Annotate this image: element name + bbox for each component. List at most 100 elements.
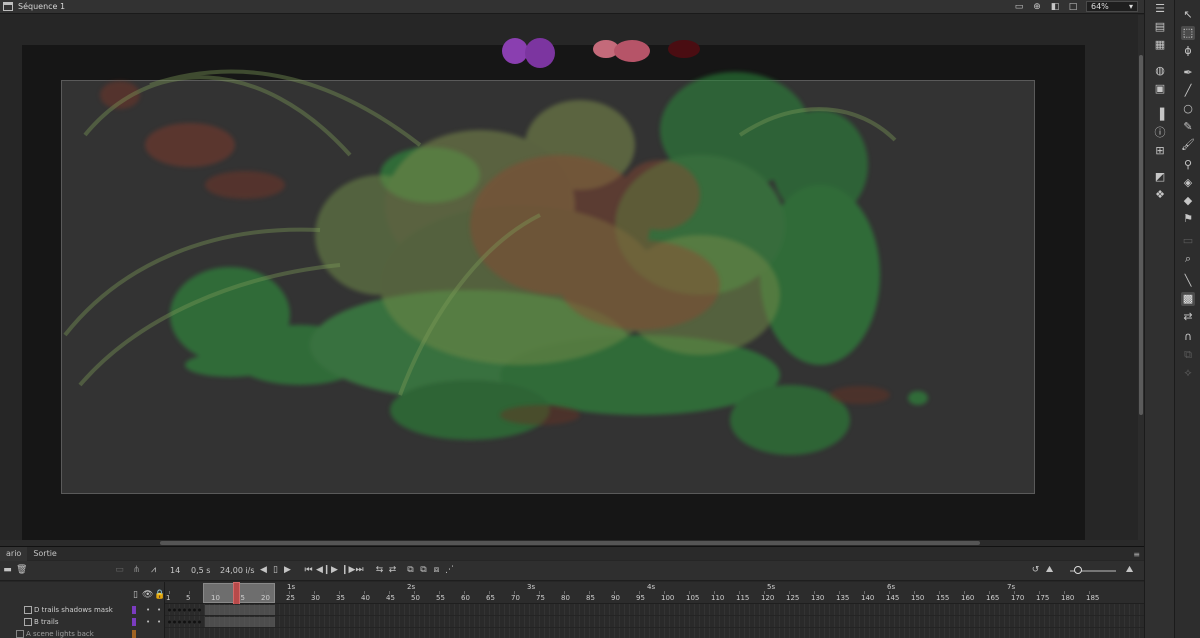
- ruler-tick: [264, 591, 265, 594]
- ruler-tick: [389, 591, 390, 594]
- current-time[interactable]: 0,5 s: [191, 565, 210, 577]
- show-all-layers-icon[interactable]: 👁: [142, 590, 153, 601]
- zoom-tool-icon[interactable]: ⌕: [1181, 252, 1195, 266]
- visibility-dot-icon[interactable]: •: [146, 604, 150, 616]
- delete-layer-icon[interactable]: 🗑: [16, 565, 27, 576]
- frame-picker-icon[interactable]: ◩: [1153, 170, 1167, 184]
- fit-stage-icon[interactable]: □: [1068, 2, 1078, 12]
- brush-tool-icon[interactable]: 🖌: [1181, 138, 1195, 152]
- layer-row[interactable]: B trails • •: [0, 616, 165, 628]
- playhead-marker-icon[interactable]: ▯: [270, 565, 281, 576]
- zoom-dropdown[interactable]: 64% ▾: [1086, 1, 1138, 12]
- highlight-layers-icon[interactable]: ▯: [130, 590, 141, 601]
- panels-dock: ☰ ▤ ▦ ◍ ▣ ▐ ⓘ ⊞ ◩ ❖: [1144, 0, 1174, 638]
- reset-zoom-icon[interactable]: ↺: [1030, 565, 1041, 576]
- info-panel-icon[interactable]: ⓘ: [1153, 126, 1167, 140]
- stroke-fill-color-icon[interactable]: ▩: [1181, 292, 1195, 306]
- layer-name: A scene lights back: [26, 630, 94, 638]
- layer-row[interactable]: A scene lights back: [0, 628, 165, 638]
- ruler-second-label: 4s: [647, 583, 656, 591]
- ruler-frame-number: 110: [711, 594, 725, 602]
- stage-area[interactable]: [0, 15, 1138, 543]
- panel-menu-icon[interactable]: ≡: [1133, 550, 1140, 559]
- eraser-tool-icon[interactable]: ◆: [1181, 194, 1195, 208]
- tab-output[interactable]: Sortie: [27, 547, 63, 561]
- playhead-left-icon[interactable]: ◀: [258, 565, 269, 576]
- frame-row[interactable]: [165, 628, 1144, 638]
- loop-icon[interactable]: ⇆: [374, 565, 385, 576]
- paint-bucket-tool-icon[interactable]: ◈: [1181, 176, 1195, 190]
- smooth-option-icon[interactable]: ⧉: [1181, 348, 1195, 362]
- modify-markers-icon[interactable]: ⋰: [444, 565, 455, 576]
- new-folder-icon[interactable]: ▬: [2, 565, 13, 576]
- pencil-tool-icon[interactable]: ✎: [1181, 120, 1195, 134]
- layer-color-swatch[interactable]: [132, 606, 136, 614]
- bone-tool-icon[interactable]: ⚲: [1181, 158, 1195, 172]
- onion-skin-icon[interactable]: ⧉: [405, 565, 416, 576]
- ruler-tick: [1039, 591, 1040, 594]
- lock-dot-icon[interactable]: •: [157, 604, 161, 616]
- layer-color-swatch[interactable]: [132, 618, 136, 626]
- play-icon[interactable]: ▶: [329, 565, 340, 576]
- grow-frames-icon[interactable]: ⛰: [1124, 565, 1135, 576]
- ruler-frame-number: 50: [411, 594, 420, 602]
- selection-tool-icon[interactable]: ↖: [1181, 8, 1195, 22]
- lock-dot-icon[interactable]: •: [157, 616, 161, 628]
- parent-view-icon[interactable]: ⋔: [131, 565, 142, 576]
- swap-colors-icon[interactable]: ⇄: [1181, 310, 1195, 324]
- lasso-tool-icon[interactable]: ϕ: [1181, 44, 1195, 58]
- ruler-tick: [639, 591, 640, 594]
- lock-all-layers-icon[interactable]: 🔒: [154, 590, 165, 601]
- camera-layer-icon[interactable]: ▭: [114, 565, 125, 576]
- ruler-frame-number: 80: [561, 594, 570, 602]
- timeline-frames[interactable]: [165, 604, 1144, 638]
- pin-tool-icon[interactable]: ⚑: [1181, 212, 1195, 226]
- layer-name: D trails shadows mask: [34, 606, 113, 614]
- oval-tool-icon[interactable]: ○: [1181, 102, 1195, 116]
- center-frame-icon[interactable]: ⇄: [387, 565, 398, 576]
- snap-magnet-icon[interactable]: ∩: [1181, 330, 1195, 344]
- ruler-frame-number: 40: [361, 594, 370, 602]
- library-panel-icon[interactable]: ▤: [1153, 20, 1167, 34]
- clip-content-icon[interactable]: ◧: [1050, 2, 1060, 12]
- align-panel-icon[interactable]: ▐: [1153, 108, 1167, 122]
- ruler-tick: [539, 591, 540, 594]
- eyedropper-tool-icon[interactable]: ╲: [1181, 274, 1195, 288]
- layer-color-swatch[interactable]: [132, 630, 136, 638]
- camera-tool-icon[interactable]: ▭: [1181, 234, 1195, 248]
- layer-row[interactable]: D trails shadows mask • •: [0, 604, 165, 616]
- playhead-right-icon[interactable]: ▶: [282, 565, 293, 576]
- swatches-panel-icon[interactable]: ▣: [1153, 82, 1167, 96]
- step-forward-icon[interactable]: ❙▶: [341, 565, 355, 576]
- tab-timeline[interactable]: ario: [0, 546, 28, 561]
- ruler-tick: [839, 591, 840, 594]
- current-frame[interactable]: 14: [170, 565, 180, 577]
- frame-row[interactable]: [165, 604, 1144, 616]
- onion-outline-icon[interactable]: ⧉: [418, 565, 429, 576]
- first-frame-icon[interactable]: ⏮: [303, 565, 314, 576]
- frame-rate[interactable]: 24,00 i/s: [220, 565, 255, 577]
- frame-size-slider-handle[interactable]: [1074, 566, 1082, 574]
- edit-multiple-frames-icon[interactable]: ⧈: [431, 565, 442, 576]
- graph-icon[interactable]: ⩘: [148, 565, 159, 576]
- color-panel-icon[interactable]: ◍: [1153, 64, 1167, 78]
- pen-tool-icon[interactable]: ✒: [1181, 66, 1195, 80]
- free-transform-tool-icon[interactable]: ⬚: [1181, 26, 1195, 40]
- visibility-dot-icon[interactable]: •: [146, 616, 150, 628]
- components-panel-icon[interactable]: ❖: [1153, 188, 1167, 202]
- center-stage-icon[interactable]: ⊕: [1032, 2, 1042, 12]
- assets-panel-icon[interactable]: ▦: [1153, 38, 1167, 52]
- scene-title[interactable]: Séquence 1: [18, 2, 65, 11]
- last-frame-icon[interactable]: ⏭: [354, 565, 365, 576]
- step-back-icon[interactable]: ◀❙: [316, 565, 330, 576]
- timeline-ruler[interactable]: 1 5 10 15 20 25 30 35 40 45 50 55 60 65 70 75 80 85 90 95 10…: [165, 582, 1144, 638]
- shrink-frames-icon[interactable]: ⛰: [1044, 565, 1055, 576]
- frame-row[interactable]: [165, 616, 1144, 628]
- ruler-frame-number: 45: [386, 594, 395, 602]
- animation-artwork[interactable]: [0, 15, 1138, 543]
- transform-panel-icon[interactable]: ⊞: [1153, 144, 1167, 158]
- straighten-option-icon[interactable]: ⟡: [1181, 366, 1195, 380]
- properties-panel-icon[interactable]: ☰: [1153, 2, 1167, 16]
- line-tool-icon[interactable]: ╱: [1181, 84, 1195, 98]
- edit-symbols-icon[interactable]: ▭: [1014, 2, 1024, 12]
